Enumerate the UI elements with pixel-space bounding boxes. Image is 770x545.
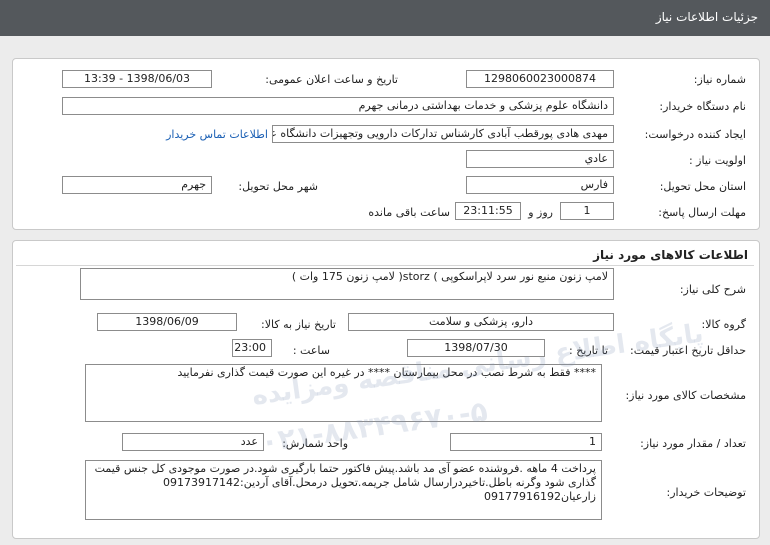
page-title: جزئیات اطلاعات نیاز	[655, 10, 758, 24]
buyer-notes-field: پرداخت 4 ماهه .فروشنده عضو آی مد باشد.پی…	[85, 460, 602, 520]
buyer-notes-label: توضیحات خریدار:	[666, 486, 747, 499]
validity-hour-label: ساعت :	[292, 344, 330, 357]
goods-section-title: اطلاعات کالاهای مورد نیاز	[593, 248, 748, 262]
need-date-field: 1398/06/09	[97, 313, 237, 331]
specs-label: مشخصات کالای مورد نیاز:	[625, 389, 746, 402]
description-field: لامپ زنون منبع نور سرد لاپراسکوپی ) stor…	[80, 268, 614, 300]
description-label: شرح کلی نیاز:	[679, 283, 746, 296]
priority-label: اولویت نیاز :	[688, 154, 746, 167]
need-number-field: 1298060023000874	[466, 70, 614, 88]
province-field: فارس	[466, 176, 614, 194]
announce-datetime-field: 1398/06/03 - 13:39	[62, 70, 212, 88]
validity-time-field: 23:00	[232, 339, 272, 357]
buyer-org-field: دانشگاه علوم پزشکی و خدمات بهداشتی درمان…	[62, 97, 614, 115]
city-field: جهرم	[62, 176, 212, 194]
deadline-days-field: 1	[560, 202, 614, 220]
deadline-days-word: روز و	[528, 206, 553, 219]
city-label: شهر محل تحویل:	[238, 180, 318, 193]
need-date-label: تاریخ نیاز به کالا:	[261, 318, 336, 331]
section-divider	[16, 265, 754, 266]
unit-field: عدد	[122, 433, 264, 451]
creator-label: ایجاد کننده درخواست:	[644, 128, 746, 141]
buyer-org-label: نام دستگاه خریدار:	[659, 100, 746, 113]
announce-datetime-value: 1398/06/03 - 13:39	[83, 72, 191, 85]
province-label: استان محل تحویل:	[659, 180, 746, 193]
deadline-time-field: 23:11:55	[455, 202, 521, 220]
creator-field: مهدی هادی پورقطب آبادی کارشناس تدارکات د…	[272, 125, 614, 143]
goods-group-field: دارو، پزشکی و سلامت	[348, 313, 614, 331]
deadline-label: مهلت ارسال پاسخ:	[658, 206, 746, 219]
remaining-text: ساعت باقی مانده	[368, 206, 450, 219]
title-bar: جزئیات اطلاعات نیاز	[0, 0, 770, 36]
quantity-field: 1	[450, 433, 602, 451]
buyer-contact-link[interactable]: اطلاعات تماس خریدار	[166, 128, 268, 141]
need-number-label: شماره نیاز:	[693, 73, 746, 86]
priority-field: عادي	[466, 150, 614, 168]
quantity-label: تعداد / مقدار مورد نیاز:	[640, 437, 746, 450]
goods-group-label: گروه کالا:	[701, 318, 746, 331]
announce-label: تاریخ و ساعت اعلان عمومی:	[265, 73, 398, 86]
